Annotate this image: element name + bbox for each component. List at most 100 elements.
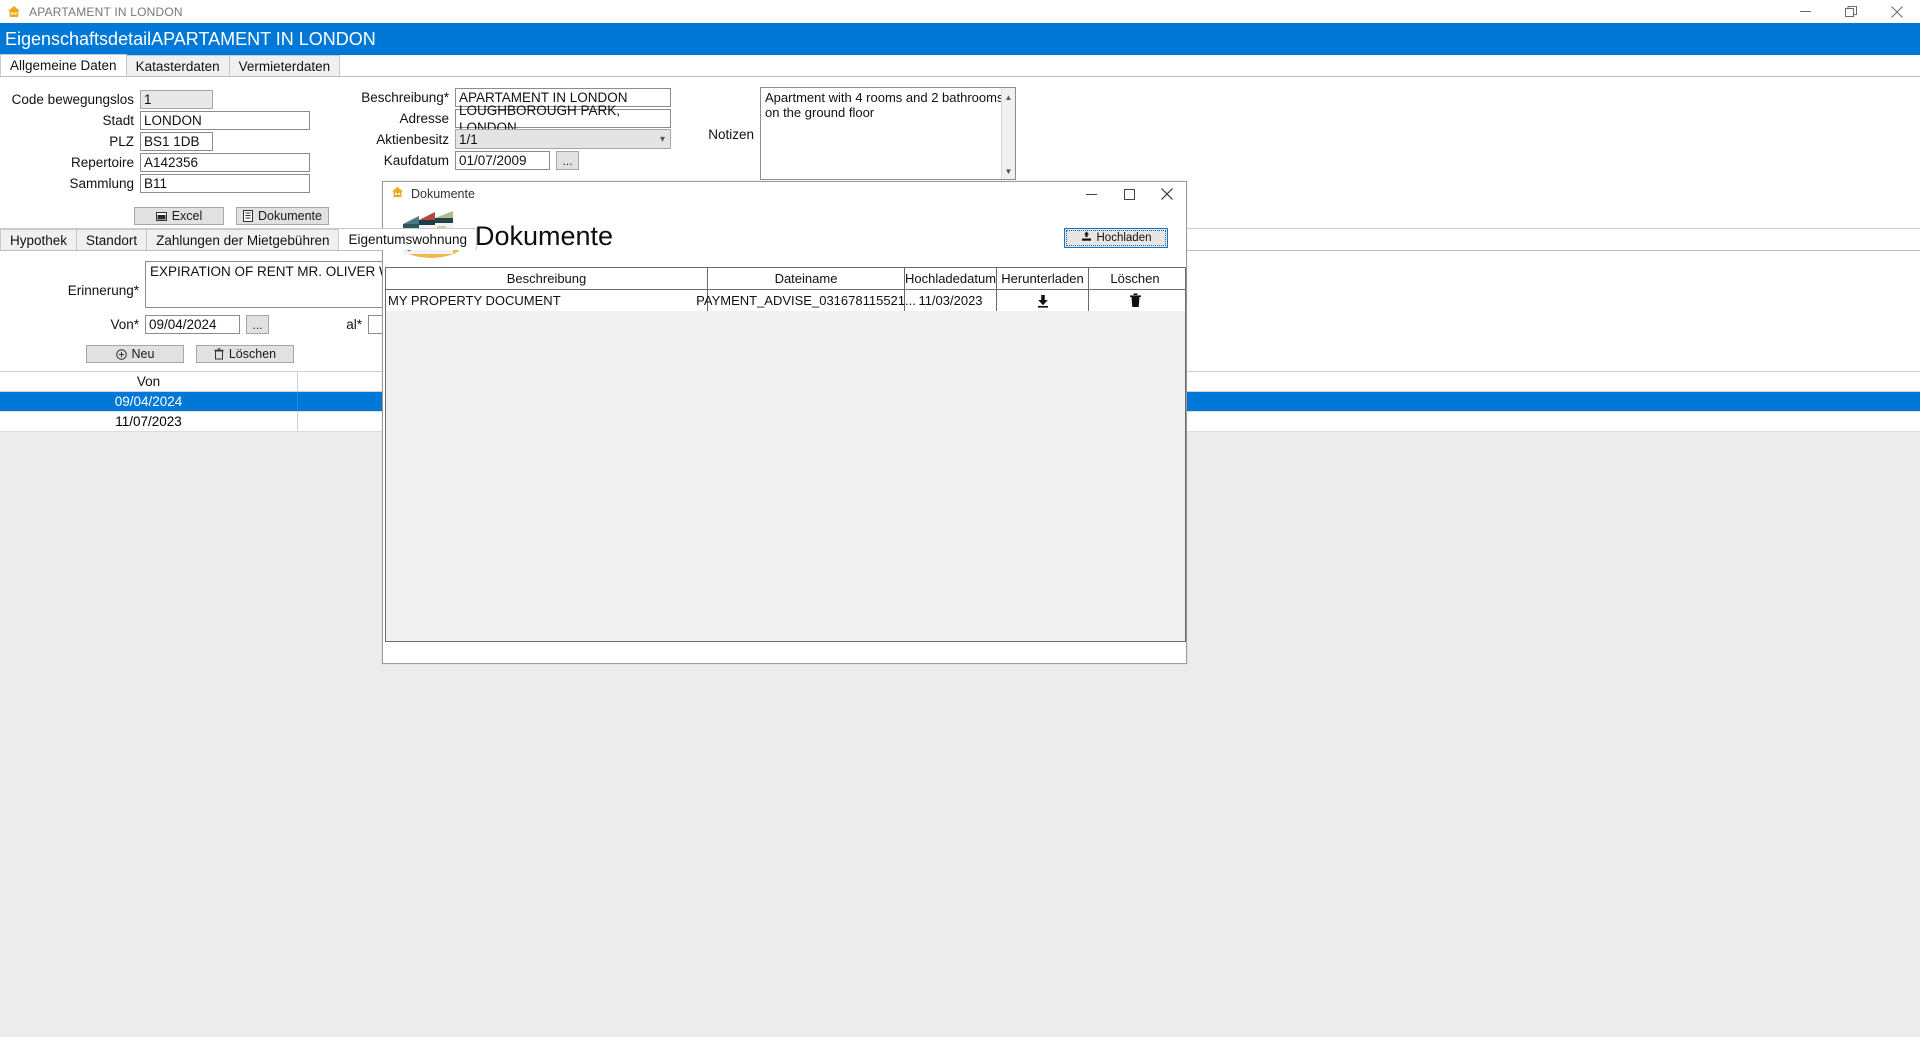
neu-button[interactable]: Neu xyxy=(86,345,184,363)
hochladen-button[interactable]: Hochladen xyxy=(1064,228,1168,248)
stadt-input[interactable]: LONDON xyxy=(140,111,310,130)
tab-label: Allgemeine Daten xyxy=(10,57,117,73)
dialog-maximize-button[interactable] xyxy=(1110,182,1148,206)
download-icon[interactable] xyxy=(997,290,1089,311)
field-stadt: Stadt LONDON xyxy=(0,111,310,130)
notizen-group: Notizen Apartment with 4 rooms and 2 bat… xyxy=(690,87,1016,180)
tab-katasterdaten[interactable]: Katasterdaten xyxy=(125,55,230,76)
column-dateiname[interactable]: Dateiname xyxy=(708,268,905,289)
field-label: Aktienbesitz xyxy=(376,131,449,147)
grid-cell-von: 11/07/2023 xyxy=(0,412,298,431)
dokumente-dialog: Dokumente Dokumente Hochladen Beschreibu… xyxy=(382,181,1187,664)
application-window: APARTAMENT IN LONDON EigenschaftsdetailA… xyxy=(0,0,1920,1037)
field-label: Stadt xyxy=(102,113,134,128)
plz-input[interactable]: BS1 1DB xyxy=(140,132,213,151)
field-label: Kaufdatum xyxy=(383,153,449,168)
trash-icon xyxy=(214,348,224,360)
field-adresse: Adresse LOUGHBOROUGH PARK, LONDON xyxy=(310,103,671,135)
cell-dateiname: PAYMENT_ADVISE_031678115521... xyxy=(696,290,916,311)
code-bewegungslos-input[interactable]: 1 xyxy=(140,90,213,109)
dialog-titlebar: Dokumente xyxy=(383,182,1186,206)
plus-circle-icon xyxy=(115,348,127,360)
excel-button-label: Excel xyxy=(171,209,203,223)
neu-button-label: Neu xyxy=(131,347,155,361)
dialog-minimize-button[interactable] xyxy=(1072,182,1110,206)
minimize-button[interactable] xyxy=(1782,0,1828,23)
cell-beschreibung: MY PROPERTY DOCUMENT xyxy=(386,290,708,311)
notizen-value: Apartment with 4 rooms and 2 bathrooms o… xyxy=(765,90,1004,120)
excel-button[interactable]: Excel xyxy=(134,207,224,225)
field-label: Adresse xyxy=(399,111,449,126)
field-code-bewegungslos: Code bewegungslos 1 xyxy=(0,90,275,109)
hochladen-button-label: Hochladen xyxy=(1096,232,1152,244)
adresse-input[interactable]: LOUGHBOROUGH PARK, LONDON xyxy=(455,103,671,135)
dialog-window-controls xyxy=(1072,182,1186,206)
sammlung-input[interactable]: B11 xyxy=(140,174,310,193)
field-label: Repertoire xyxy=(70,155,134,170)
kaufdatum-picker-button[interactable]: ... xyxy=(556,151,579,170)
aktienbesitz-select[interactable]: 1/1 ▾ xyxy=(455,129,671,149)
field-label: PLZ xyxy=(109,134,134,149)
cell-hochladedatum: 11/03/2023 xyxy=(905,290,997,311)
documents-table-header: Beschreibung Dateiname Hochladedatum Her… xyxy=(386,268,1185,290)
documents-empty-area xyxy=(386,311,1185,641)
documents-table: Beschreibung Dateiname Hochladedatum Her… xyxy=(385,267,1186,642)
home-icon xyxy=(391,185,404,203)
von-picker-button[interactable]: ... xyxy=(246,315,269,334)
window-controls xyxy=(1782,0,1920,23)
close-button[interactable] xyxy=(1874,0,1920,23)
scroll-up-icon[interactable]: ▲ xyxy=(1005,88,1013,107)
main-titlebar: APARTAMENT IN LONDON xyxy=(0,0,1920,23)
excel-icon xyxy=(155,211,167,222)
notizen-label: Notizen xyxy=(708,127,754,142)
loeschen-button[interactable]: Löschen xyxy=(196,345,294,363)
kaufdatum-input[interactable]: 01/07/2009 xyxy=(455,151,550,170)
document-icon xyxy=(243,210,254,222)
tab-zahlungen-der-mietgebuehren[interactable]: Zahlungen der Mietgebühren xyxy=(146,229,340,250)
dialog-heading: Dokumente xyxy=(475,220,614,251)
dialog-close-button[interactable] xyxy=(1148,182,1186,206)
field-label: Sammlung xyxy=(69,176,134,191)
column-beschreibung[interactable]: Beschreibung xyxy=(386,268,708,289)
tab-standort[interactable]: Standort xyxy=(76,229,148,250)
tab-label: Zahlungen der Mietgebühren xyxy=(156,232,330,248)
maximize-button[interactable] xyxy=(1828,0,1874,23)
dialog-header: Dokumente Hochladen xyxy=(383,206,1186,266)
tab-label: Hypothek xyxy=(10,232,68,248)
loeschen-button-label: Löschen xyxy=(228,347,277,361)
field-aktienbesitz: Aktienbesitz 1/1 ▾ xyxy=(310,129,671,149)
dialog-title-text: Dokumente xyxy=(411,187,475,201)
column-herunterladen[interactable]: Herunterladen xyxy=(997,268,1089,289)
scroll-down-icon[interactable]: ▼ xyxy=(1005,162,1013,179)
column-loeschen[interactable]: Löschen xyxy=(1089,268,1181,289)
tab-vermieterdaten[interactable]: Vermieterdaten xyxy=(228,55,341,76)
erinnerung-label: Erinnerung* xyxy=(67,283,139,298)
grid-cell-von: 09/04/2024 xyxy=(0,392,298,411)
field-label: al* xyxy=(346,317,362,332)
von-input[interactable]: 09/04/2024 xyxy=(145,315,240,334)
notizen-textarea[interactable]: Apartment with 4 rooms and 2 bathrooms o… xyxy=(760,87,1016,180)
field-label: Von* xyxy=(110,317,139,332)
dokumente-button[interactable]: Dokumente xyxy=(236,207,329,225)
grid-column-von[interactable]: Von xyxy=(0,372,298,391)
page-title-banner: EigenschaftsdetailAPARTAMENT IN LONDON xyxy=(0,23,1920,55)
tab-hypothek[interactable]: Hypothek xyxy=(0,229,78,250)
tab-label: Standort xyxy=(86,232,138,248)
tab-eigentumswohnung[interactable]: Eigentumswohnung xyxy=(338,228,478,250)
field-repertoire: Repertoire A142356 xyxy=(0,153,310,172)
field-label: Beschreibung* xyxy=(361,90,449,105)
tab-label: Vermieterdaten xyxy=(238,58,331,74)
aktienbesitz-value: 1/1 xyxy=(459,131,478,147)
page-title: EigenschaftsdetailAPARTAMENT IN LONDON xyxy=(5,28,376,49)
tab-allgemeine-daten[interactable]: Allgemeine Daten xyxy=(0,54,127,76)
repertoire-input[interactable]: A142356 xyxy=(140,153,310,172)
column-hochladedatum[interactable]: Hochladedatum xyxy=(905,268,997,289)
trash-icon[interactable] xyxy=(1089,290,1181,311)
top-tabstrip: Allgemeine Daten Katasterdaten Vermieter… xyxy=(0,54,1920,77)
chevron-down-icon: ▾ xyxy=(659,133,665,145)
window-title: APARTAMENT IN LONDON xyxy=(29,4,183,19)
field-kaufdatum: Kaufdatum 01/07/2009 ... xyxy=(310,151,579,170)
table-row[interactable]: MY PROPERTY DOCUMENT PAYMENT_ADVISE_0316… xyxy=(386,290,1185,311)
notizen-scrollbar[interactable]: ▲ ▼ xyxy=(1001,88,1015,179)
field-label: Code bewegungslos xyxy=(11,92,134,107)
